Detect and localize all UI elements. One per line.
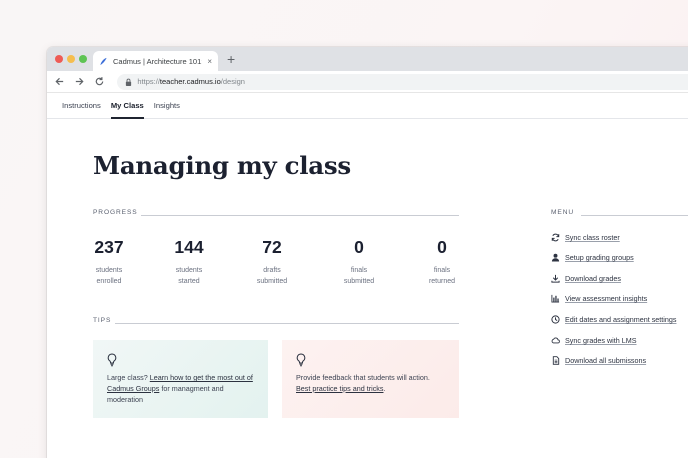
progress-divider [141,215,459,216]
url-scheme: https:// [137,77,160,86]
stat-label: students enrolled [95,267,123,285]
page-title: Managing my class [93,151,351,180]
menu-item-label: Download grades [565,274,621,283]
stat-finals-submitted: 0 finals submitted [329,237,389,287]
browser-toolbar: https://teacher.cadmus.io/design [47,71,688,93]
stat-label: finals submitted [343,267,375,285]
tip-text: Provide feedback that students will acti… [296,373,430,382]
stat-value: 0 [437,237,447,257]
menu-item-label: Sync grades with LMS [565,336,637,345]
stat-label: drafts submitted [256,267,288,285]
menu-item-label: Edit dates and assignment settings [565,315,677,324]
menu-item-label: View assessment insights [565,294,648,303]
nav-tab-my-class[interactable]: My Class [110,93,144,119]
lightbulb-icon [107,353,117,367]
tip-card-groups: Large class? Learn how to get the most o… [93,340,268,418]
tip-link-best-practice[interactable]: Best practice tips and tricks [296,384,383,393]
tab-close-icon[interactable]: × [207,57,212,66]
download-icon [551,274,560,283]
stat-value: 72 [262,237,282,257]
menu-item-grading-groups[interactable]: Setup grading groups [551,253,634,262]
stat-students-started: 144 students started [159,237,219,287]
address-bar[interactable]: https://teacher.cadmus.io/design [117,73,688,90]
reload-icon[interactable] [94,76,106,88]
stat-students-enrolled: 237 students enrolled [79,237,139,287]
main-content: Managing my class PROGRESS 237 students e… [47,120,688,458]
menu-item-assessment-insights[interactable]: View assessment insights [551,294,647,303]
menu-item-sync-lms[interactable]: Sync grades with LMS [551,336,637,345]
stat-label: students started [175,267,203,285]
menu-item-download-grades[interactable]: Download grades [551,274,621,283]
menu-divider [581,215,688,216]
menu-item-sync-roster[interactable]: Sync class roster [551,233,620,242]
tips-heading: TIPS [93,317,112,324]
minimize-window-button[interactable] [67,55,75,63]
cloud-icon [551,336,560,345]
tip-text: . [383,383,386,393]
menu-heading: MENU [551,209,575,216]
lightbulb-icon [296,353,306,367]
menu-item-download-submissions[interactable]: Download all submissons [551,356,646,365]
stat-value: 144 [174,237,204,257]
menu-item-edit-dates[interactable]: Edit dates and assignment settings [551,315,676,324]
stat-drafts-submitted: 72 drafts submitted [242,237,302,287]
back-icon[interactable] [54,76,66,88]
tab-strip: Cadmus | Architecture 101: Int × + [47,47,688,71]
clock-icon [551,315,560,324]
stat-value: 0 [354,237,364,257]
tip-card-feedback: Provide feedback that students will acti… [282,340,459,418]
lock-icon [126,78,132,86]
browser-tab[interactable]: Cadmus | Architecture 101: Int × [93,51,218,71]
new-tab-button[interactable]: + [227,51,235,67]
tips-divider [115,323,459,324]
forward-icon[interactable] [74,76,86,88]
url-path: /design [220,77,245,86]
url-host: teacher.cadmus.io [159,77,221,86]
nav-tab-insights[interactable]: Insights [154,93,180,118]
document-icon [551,356,560,365]
bar-chart-icon [551,294,560,303]
menu-item-label: Download all submissons [565,356,647,365]
tip-text: Large class? [107,373,150,382]
progress-heading: PROGRESS [93,209,138,216]
close-window-button[interactable] [55,55,63,63]
maximize-window-button[interactable] [79,55,87,63]
tab-title: Cadmus | Architecture 101: Int [113,56,203,66]
stat-finals-returned: 0 finals returned [412,237,472,287]
menu-item-label: Sync class roster [565,233,620,242]
cadmus-favicon-icon [100,57,107,65]
nav-tab-instructions[interactable]: Instructions [62,93,101,118]
sync-icon [551,233,560,242]
stat-label: finals returned [428,267,456,285]
browser-window: Cadmus | Architecture 101: Int × + https… [47,47,688,458]
menu-item-label: Setup grading groups [565,253,634,262]
person-icon [551,253,560,262]
stat-value: 237 [94,237,124,257]
app-nav: Instructions My Class Insights [47,93,688,119]
